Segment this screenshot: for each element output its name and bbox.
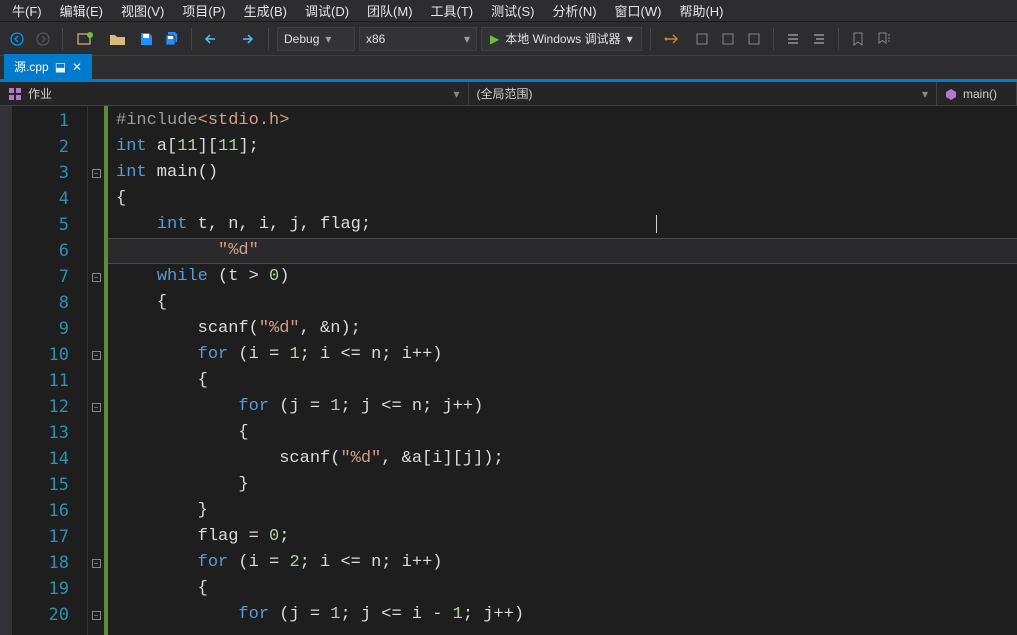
grid-icon [8,87,22,101]
menu-item[interactable]: 团队(M) [359,0,421,22]
separator [268,28,269,50]
close-icon[interactable]: ✕ [72,60,82,74]
menu-item[interactable]: 编辑(E) [52,0,111,22]
code-line[interactable]: { [116,368,1017,394]
fold-toggle[interactable]: − [92,351,101,360]
code-line[interactable]: } [116,472,1017,498]
code-line[interactable]: } [116,498,1017,524]
chevron-down-icon: ▾ [922,87,928,101]
global-scope-label: (全局范围) [477,85,533,102]
separator [62,28,63,50]
outdent-button[interactable] [808,28,830,50]
save-all-button[interactable] [161,28,183,50]
toolbox-button-3[interactable] [743,28,765,50]
open-file-button[interactable] [105,28,131,50]
play-icon: ▶ [490,32,499,46]
menu-item[interactable]: 视图(V) [113,0,172,22]
code-line[interactable]: { [116,420,1017,446]
redo-button[interactable] [232,28,260,50]
toolbox-button-1[interactable] [691,28,713,50]
fold-column[interactable]: − − − − − − [88,106,104,635]
chevron-down-icon: ▾ [325,32,331,46]
project-scope-dropdown[interactable]: 作业 ▾ [0,82,469,105]
global-scope-dropdown[interactable]: (全局范围) ▾ [469,82,938,105]
code-line[interactable]: int t, n, i, j, flag; [116,212,1017,238]
run-debugger-button[interactable]: ▶ 本地 Windows 调试器 ▾ [481,27,642,51]
scope-bar: 作业 ▾ (全局范围) ▾ main() [0,82,1017,106]
code-line[interactable]: flag = 0; [116,524,1017,550]
code-line[interactable]: scanf("%d", &a[i][j]); [116,446,1017,472]
separator [773,28,774,50]
menu-item[interactable]: 帮助(H) [671,0,731,22]
chevron-down-icon: ▾ [627,32,633,46]
new-project-button[interactable] [71,28,101,50]
bookmark-list-button[interactable] [873,28,895,50]
nav-forward-button[interactable] [32,28,54,50]
separator [191,28,192,50]
menu-item[interactable]: 项目(P) [174,0,233,22]
code-line[interactable]: int main() [116,160,1017,186]
document-tabs: 源.cpp ⬓ ✕ [0,56,1017,82]
project-scope-label: 作业 [28,85,52,102]
separator [650,28,651,50]
fold-toggle[interactable]: − [92,611,101,620]
code-editor[interactable]: 1234567891011121314151617181920 − − − − − − #… [0,106,1017,635]
line-number-gutter: 1234567891011121314151617181920 [12,106,88,635]
code-line[interactable]: for (i = 2; i <= n; i++) [116,550,1017,576]
tool-bar: Debug ▾ x86 ▾ ▶ 本地 Windows 调试器 ▾ [0,22,1017,56]
chevron-down-icon: ▾ [453,87,459,101]
code-line[interactable]: while (t > 0) [116,264,1017,290]
cube-icon [945,88,957,100]
menu-bar: 牛(F)编辑(E)视图(V)项目(P)生成(B)调试(D)团队(M)工具(T)测… [0,0,1017,22]
nav-back-button[interactable] [6,28,28,50]
bookmark-button[interactable] [847,28,869,50]
code-line[interactable]: for (j = 1; j <= i - 1; j++) [116,602,1017,628]
function-scope-dropdown[interactable]: main() [937,82,1017,105]
code-line[interactable]: for (i = 1; i <= n; i++) [116,342,1017,368]
text-caret [656,215,657,233]
menu-item[interactable]: 测试(S) [483,0,542,22]
platform-dropdown[interactable]: x86 ▾ [359,27,477,51]
pin-icon[interactable]: ⬓ [55,60,66,74]
code-line[interactable]: scanf("%d", &n); [116,316,1017,342]
config-label: Debug [284,32,319,46]
function-scope-label: main() [963,87,997,101]
run-label: 本地 Windows 调试器 [505,30,620,47]
menu-item[interactable]: 工具(T) [423,0,482,22]
fold-toggle[interactable]: − [92,273,101,282]
fold-toggle[interactable]: − [92,169,101,178]
save-button[interactable] [135,28,157,50]
fold-toggle[interactable]: − [92,559,101,568]
step-button[interactable] [659,28,687,50]
code-area[interactable]: #include<stdio.h>int a[11][11];int main(… [108,106,1017,635]
code-line[interactable]: { [116,290,1017,316]
toolbox-button-2[interactable] [717,28,739,50]
platform-label: x86 [366,32,385,46]
code-line[interactable]: { [116,186,1017,212]
menu-item[interactable]: 分析(N) [544,0,604,22]
menu-item[interactable]: 生成(B) [236,0,295,22]
indent-button[interactable] [782,28,804,50]
menu-item[interactable]: 调试(D) [297,0,357,22]
tab-source-cpp[interactable]: 源.cpp ⬓ ✕ [4,54,92,79]
menu-item[interactable]: 窗口(W) [607,0,670,22]
separator [838,28,839,50]
breakpoint-margin[interactable] [0,106,12,635]
tab-title: 源.cpp [14,58,49,75]
undo-button[interactable] [200,28,228,50]
chevron-down-icon: ▾ [464,32,470,46]
code-line[interactable]: int a[11][11]; [116,134,1017,160]
code-line[interactable]: for (j = 1; j <= n; j++) [116,394,1017,420]
fold-toggle[interactable]: − [92,403,101,412]
code-line[interactable]: { [116,576,1017,602]
menu-item[interactable]: 牛(F) [4,0,50,22]
config-dropdown[interactable]: Debug ▾ [277,27,355,51]
code-line[interactable]: #include<stdio.h> [116,108,1017,134]
